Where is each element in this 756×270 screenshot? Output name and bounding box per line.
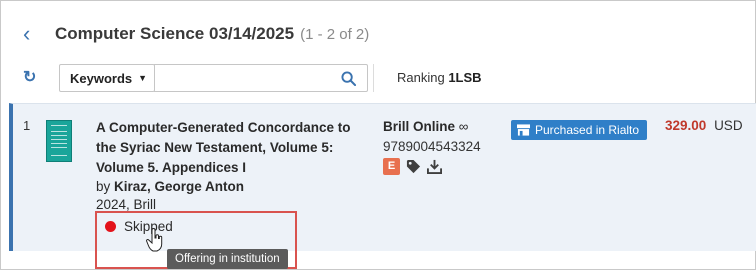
price: 329.00 USD — [665, 118, 743, 133]
page-title: Computer Science 03/14/2025 — [55, 24, 295, 43]
chevron-left-icon[interactable]: ‹ — [23, 23, 41, 45]
book-cover-thumbnail[interactable] — [46, 120, 72, 162]
search-toolbar: ↻ Keywords ▼ Ranking 1LSB — [23, 64, 482, 92]
electronic-format-badge: E — [383, 157, 400, 175]
search-input[interactable] — [154, 64, 368, 92]
platform-name: Brill Online ∞ — [383, 118, 468, 136]
book-title[interactable]: A Computer-Generated Concordance to the … — [96, 118, 358, 178]
ranking-value: 1LSB — [448, 70, 482, 85]
page-header: ‹ Computer Science 03/14/2025 (1 - 2 of … — [23, 21, 369, 47]
results-panel: ‹ Computer Science 03/14/2025 (1 - 2 of … — [0, 0, 756, 270]
search-type-dropdown[interactable]: Keywords ▼ — [59, 64, 155, 92]
hand-cursor-icon — [146, 228, 163, 252]
ranking-selector[interactable]: Ranking 1LSB — [397, 70, 482, 85]
format-icons: E — [383, 157, 442, 175]
book-author: by Kiraz, George Anton — [96, 178, 244, 196]
caret-down-icon: ▼ — [138, 73, 148, 83]
result-count: (1 - 2 of 2) — [300, 25, 370, 43]
purchased-in-rialto-badge[interactable]: Purchased in Rialto — [511, 120, 648, 140]
price-amount: 329.00 — [665, 118, 707, 133]
platform-label: Brill Online — [383, 119, 456, 134]
store-icon — [517, 124, 530, 136]
author-name[interactable]: Kiraz, George Anton — [114, 179, 244, 194]
search-icon[interactable] — [341, 71, 356, 86]
price-currency: USD — [714, 118, 743, 133]
refresh-icon[interactable]: ↻ — [23, 70, 39, 86]
tooltip: Offering in institution — [167, 249, 288, 269]
toolbar-divider — [373, 64, 374, 92]
infinity-icon: ∞ — [458, 119, 469, 134]
tag-icon[interactable] — [406, 159, 421, 174]
author-prefix: by — [96, 179, 111, 194]
purchased-label: Purchased in Rialto — [535, 123, 640, 137]
download-icon[interactable] — [427, 159, 442, 174]
row-index: 1 — [23, 118, 31, 133]
status-dot-icon — [105, 221, 116, 232]
isbn: 9789004543324 — [383, 139, 481, 154]
ranking-label: Ranking — [397, 70, 445, 85]
search-type-label: Keywords — [70, 70, 133, 86]
